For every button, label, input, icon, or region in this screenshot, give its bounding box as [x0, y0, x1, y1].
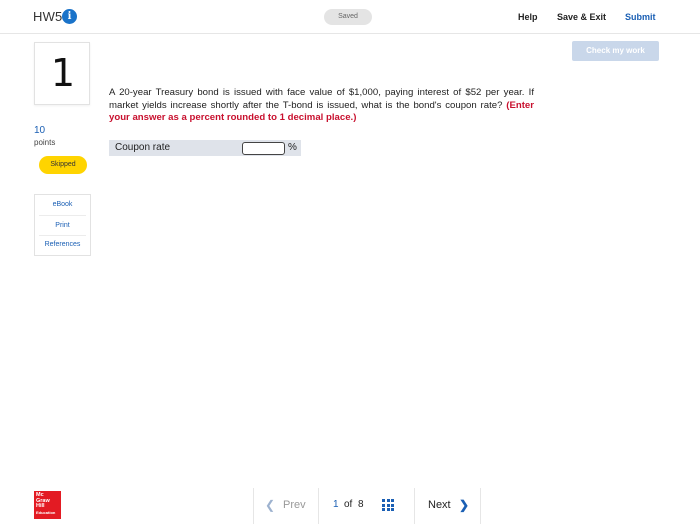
- question-text: A 20-year Treasury bond is issued with f…: [109, 87, 534, 125]
- divider: [39, 235, 86, 236]
- question-number: 1: [50, 51, 76, 95]
- points-value: 10: [34, 125, 46, 136]
- points-label: points: [34, 138, 56, 147]
- submit-button[interactable]: Submit: [625, 12, 656, 22]
- chevron-right-icon[interactable]: ❯: [459, 498, 469, 512]
- ebook-link[interactable]: eBook: [35, 201, 90, 208]
- coupon-rate-input[interactable]: [242, 142, 285, 155]
- status-badge: Skipped: [39, 156, 87, 174]
- info-icon[interactable]: i: [62, 9, 77, 24]
- top-bar: HW5 i Saved Help Save & Exit Submit: [0, 0, 700, 34]
- answer-unit: %: [288, 142, 297, 153]
- next-button[interactable]: Next: [428, 499, 451, 511]
- print-link[interactable]: Print: [35, 222, 90, 229]
- resources-panel: eBook Print References: [34, 194, 91, 256]
- current-page: 1: [333, 499, 339, 510]
- divider: [414, 488, 415, 524]
- page-of-label: of: [344, 499, 353, 510]
- references-link[interactable]: References: [35, 241, 90, 248]
- grid-icon[interactable]: [382, 499, 394, 511]
- check-my-work-button[interactable]: Check my work: [572, 41, 659, 61]
- mcgraw-hill-logo: Mc Graw Hill Education: [34, 491, 61, 519]
- total-pages: 8: [358, 499, 364, 510]
- assignment-title: HW5: [33, 9, 63, 24]
- chevron-left-icon[interactable]: ❮: [265, 498, 275, 512]
- save-status-pill: Saved: [324, 9, 372, 25]
- divider: [318, 488, 319, 524]
- save-exit-button[interactable]: Save & Exit: [557, 12, 606, 22]
- question-body: A 20-year Treasury bond is issued with f…: [109, 87, 534, 111]
- answer-label: Coupon rate: [115, 142, 171, 153]
- prev-button[interactable]: Prev: [283, 499, 306, 511]
- divider: [39, 215, 86, 216]
- help-button[interactable]: Help: [518, 12, 538, 22]
- answer-row: Coupon rate %: [109, 140, 301, 156]
- question-number-card: 1: [34, 42, 90, 105]
